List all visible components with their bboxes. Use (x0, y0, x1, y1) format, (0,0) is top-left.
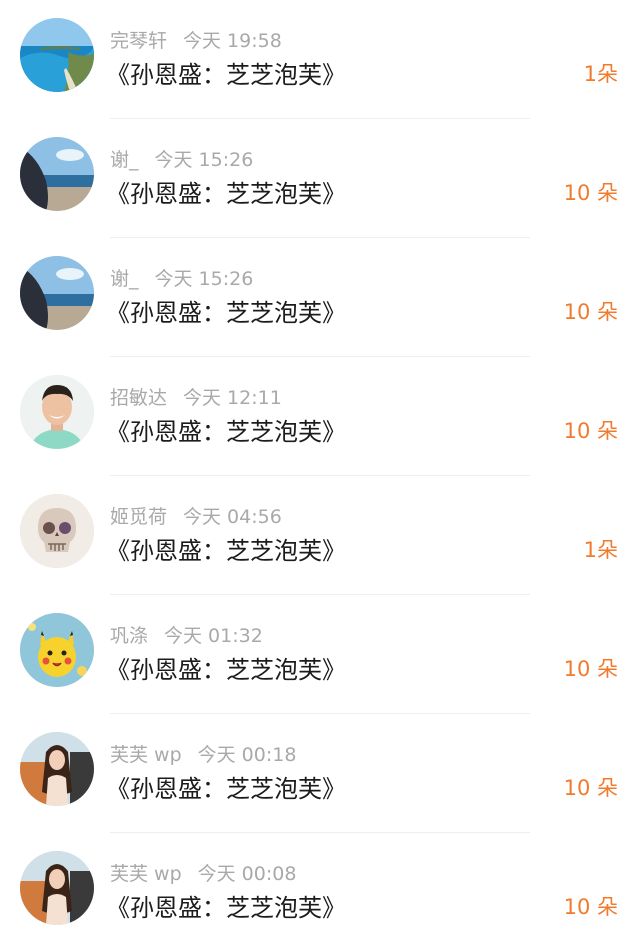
gift-title: 《孙恩盛：芝芝泡芙》 (106, 418, 346, 446)
list-item[interactable]: 谢_ 今天 15:26 《孙恩盛：芝芝泡芙》 10 朵 (0, 119, 640, 238)
beach-silhouette-avatar[interactable] (20, 256, 94, 330)
timestamp: 今天 00:18 (197, 744, 297, 766)
girl-car-avatar[interactable] (20, 851, 94, 925)
username: 芙芙 wp (110, 744, 182, 766)
timestamp: 今天 12:11 (183, 387, 282, 409)
gift-title: 《孙恩盛：芝芝泡芙》 (106, 537, 346, 565)
list-item[interactable]: 谢_ 今天 15:26 《孙恩盛：芝芝泡芙》 10 朵 (0, 238, 640, 357)
list-item[interactable]: 芙芙 wp 今天 00:08 《孙恩盛：芝芝泡芙》 10 朵 (0, 833, 640, 952)
gift-title: 《孙恩盛：芝芝泡芙》 (106, 894, 346, 922)
timestamp: 今天 00:08 (197, 863, 297, 885)
list-item[interactable]: 姬觅荷 今天 04:56 《孙恩盛：芝芝泡芙》 1朵 (0, 476, 640, 595)
timestamp: 今天 04:56 (183, 506, 282, 528)
girl-car-avatar[interactable] (20, 732, 94, 806)
gift-title: 《孙恩盛：芝芝泡芙》 (106, 656, 346, 684)
username: 完琴轩 (110, 30, 168, 52)
list-item[interactable]: 完琴轩 今天 19:58 《孙恩盛：芝芝泡芙》 1朵 (0, 0, 640, 119)
flower-count: 10 朵 (563, 181, 618, 205)
flower-count: 10 朵 (563, 895, 618, 919)
flower-count: 1朵 (583, 538, 618, 562)
flower-count: 10 朵 (563, 657, 618, 681)
username: 姬觅荷 (110, 506, 168, 528)
timestamp: 今天 01:32 (164, 625, 263, 647)
flower-count: 10 朵 (563, 776, 618, 800)
gift-title: 《孙恩盛：芝芝泡芙》 (106, 299, 346, 327)
list-item[interactable]: 巩涤 今天 01:32 《孙恩盛：芝芝泡芙》 10 朵 (0, 595, 640, 714)
timestamp: 今天 15:26 (154, 149, 254, 171)
username: 谢_ (110, 149, 139, 171)
flower-count: 10 朵 (563, 300, 618, 324)
beach-silhouette-avatar[interactable] (20, 137, 94, 211)
username: 巩涤 (110, 625, 149, 647)
flower-count: 1朵 (583, 62, 618, 86)
gift-record-list: 完琴轩 今天 19:58 《孙恩盛：芝芝泡芙》 1朵 谢_ 今天 15:26 《孙恩… (0, 0, 640, 945)
skull-avatar[interactable] (20, 494, 94, 568)
gift-title: 《孙恩盛：芝芝泡芙》 (106, 180, 346, 208)
flower-count: 10 朵 (563, 419, 618, 443)
smiling-man-avatar[interactable] (20, 375, 94, 449)
username: 谢_ (110, 268, 139, 290)
pikachu-avatar[interactable] (20, 613, 94, 687)
list-item[interactable]: 芙芙 wp 今天 00:18 《孙恩盛：芝芝泡芙》 10 朵 (0, 714, 640, 833)
gift-title: 《孙恩盛：芝芝泡芙》 (106, 775, 346, 803)
list-item[interactable]: 招敏达 今天 12:11 《孙恩盛：芝芝泡芙》 10 朵 (0, 357, 640, 476)
timestamp: 今天 15:26 (154, 268, 254, 290)
timestamp: 今天 19:58 (183, 30, 282, 52)
username: 招敏达 (110, 387, 168, 409)
coast-bay-avatar[interactable] (20, 18, 94, 92)
username: 芙芙 wp (110, 863, 182, 885)
gift-title: 《孙恩盛：芝芝泡芙》 (106, 61, 346, 89)
